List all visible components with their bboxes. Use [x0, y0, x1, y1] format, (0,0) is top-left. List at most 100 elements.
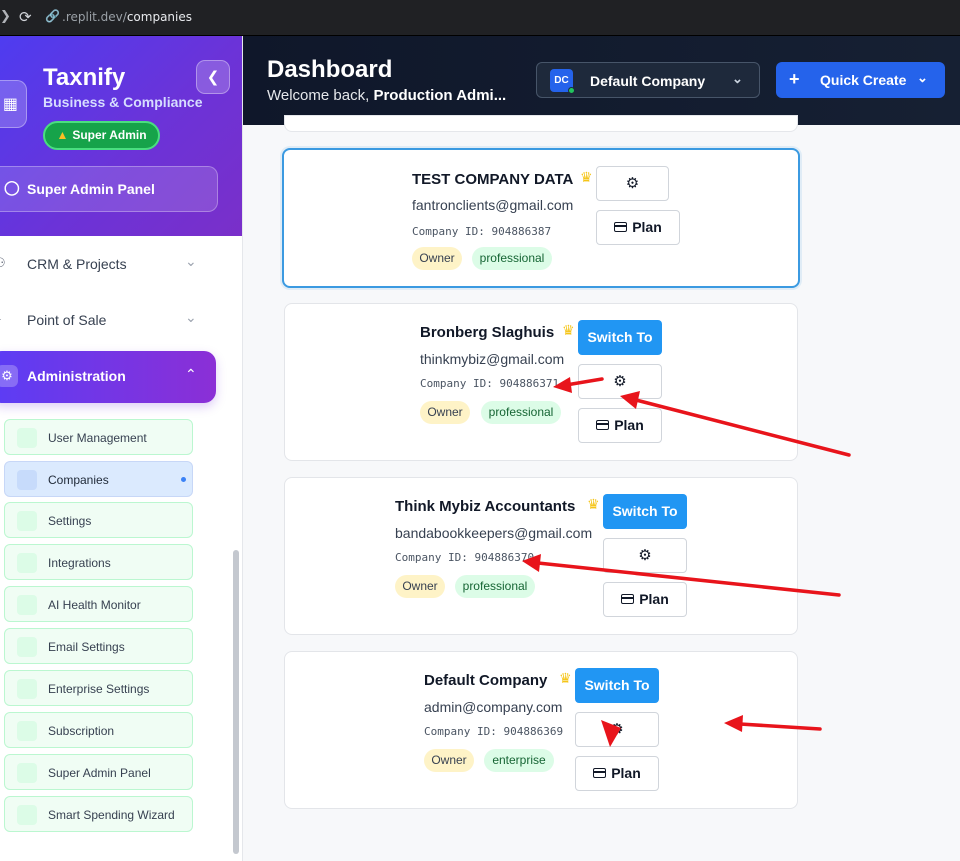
crown-icon: ♛ — [580, 170, 593, 186]
plan-badge: professional — [455, 575, 535, 598]
role-badge: Owner — [420, 401, 470, 424]
company-card[interactable]: Default Company ♛ admin@company.com Comp… — [284, 651, 798, 809]
company-email: bandabookkeepers@gmail.com — [395, 525, 593, 541]
plus-icon: + — [789, 69, 800, 89]
plan-button[interactable]: Plan — [596, 210, 680, 245]
sub-item-settings[interactable]: Settings — [4, 502, 193, 538]
company-card[interactable]: Bronberg Slaghuis ♛ thinkmybiz@gmail.com… — [284, 303, 798, 461]
sub-item-user-management[interactable]: User Management — [4, 419, 193, 455]
app-logo: ▦ — [0, 80, 27, 128]
item-icon — [17, 679, 37, 699]
sub-item-companies[interactable]: Companies — [4, 461, 193, 497]
credit-card-icon — [621, 594, 635, 604]
users-icon: ⚇ — [0, 255, 14, 275]
crown-icon: ♛ — [559, 671, 572, 687]
main-content: TEST COMPANY DATA ♛ fantronclients@gmail… — [243, 115, 960, 861]
company-email: admin@company.com — [424, 699, 563, 715]
address-bar[interactable]: .replit.dev/companies — [62, 10, 192, 24]
page-title: Dashboard — [267, 56, 393, 83]
plan-button[interactable]: Plan — [575, 756, 659, 791]
reload-icon[interactable]: ⟳ — [19, 8, 32, 26]
switch-to-button[interactable]: Switch To — [603, 494, 687, 529]
role-badge: Owner — [395, 575, 445, 598]
sidebar-header: ▦ Taxnify Business & Compliance ❮ ▲ Super… — [0, 36, 242, 236]
item-icon — [17, 470, 37, 490]
sub-item-ai-health-monitor[interactable]: AI Health Monitor — [4, 586, 193, 622]
gear-icon: ⚙ — [0, 365, 18, 387]
gear-icon: ⚙ — [610, 721, 624, 738]
role-badge-label: Super Admin — [72, 128, 147, 142]
plan-button[interactable]: Plan — [603, 582, 687, 617]
company-selector[interactable]: DC Default Company ⌄ — [536, 62, 760, 98]
gear-icon: ⚙ — [613, 373, 627, 390]
plan-badge: professional — [481, 401, 561, 424]
sub-item-super-admin-panel[interactable]: Super Admin Panel — [4, 754, 193, 790]
flame-icon: ▲ — [56, 128, 69, 142]
sub-item-integrations[interactable]: Integrations — [4, 544, 193, 580]
nav-label: Administration — [27, 368, 126, 384]
super-admin-panel-button[interactable]: ◯ Super Admin Panel — [0, 166, 218, 212]
item-icon — [17, 637, 37, 657]
sidebar-scrollbar[interactable] — [233, 550, 239, 854]
switch-to-button[interactable]: Switch To — [575, 668, 659, 703]
online-indicator — [568, 87, 575, 94]
forward-icon[interactable]: ❯ — [0, 9, 11, 24]
shield-icon: ◯ — [4, 179, 20, 195]
item-icon — [17, 428, 37, 448]
crown-icon: ♛ — [587, 497, 600, 513]
chevron-down-icon: ⌄ — [185, 253, 197, 269]
sub-item-enterprise-settings[interactable]: Enterprise Settings — [4, 670, 193, 706]
gear-icon: ⚙ — [625, 175, 640, 192]
sub-item-subscription[interactable]: Subscription — [4, 712, 193, 748]
company-id: Company ID: 904886387 — [412, 225, 552, 238]
browser-toolbar: ❯ ⟳ 🔗 .replit.dev/companies — [0, 0, 960, 36]
company-settings-button[interactable]: ⚙ — [578, 364, 662, 399]
user-name: Production Admi... — [373, 87, 507, 104]
company-name: Bronberg Slaghuis — [420, 324, 555, 341]
active-indicator — [181, 477, 186, 482]
plan-button-label: Plan — [611, 765, 641, 781]
company-card-partial — [284, 115, 798, 132]
credit-card-icon — [596, 420, 610, 430]
collapse-sidebar-button[interactable]: ❮ — [196, 60, 230, 94]
nav-administration[interactable]: ⚙ Administration ⌃ — [0, 351, 216, 403]
sub-item-label: Settings — [48, 514, 92, 528]
company-email: thinkmybiz@gmail.com — [420, 351, 565, 367]
company-name: Think Mybiz Accountants — [395, 498, 576, 515]
sub-item-label: Email Settings — [48, 640, 125, 654]
company-email: fantronclients@gmail.com — [412, 197, 574, 213]
sub-item-email-settings[interactable]: Email Settings — [4, 628, 193, 664]
sub-item-label: Smart Spending Wizard — [48, 808, 175, 822]
sub-item-label: Enterprise Settings — [48, 682, 150, 696]
plan-button[interactable]: Plan — [578, 408, 662, 443]
company-id: Company ID: 904886370 — [395, 551, 535, 564]
plan-button-label: Plan — [632, 219, 662, 235]
company-settings-button[interactable]: ⚙ — [603, 538, 687, 573]
sub-item-label: Integrations — [48, 556, 111, 570]
role-badge: Owner — [424, 749, 474, 772]
item-icon — [17, 805, 37, 825]
crown-icon: ♛ — [562, 323, 575, 339]
quick-create-button[interactable]: + Quick Create ⌄ — [776, 62, 945, 98]
item-icon — [17, 553, 37, 573]
role-badge: ▲ Super Admin — [43, 121, 160, 150]
quick-create-label: Quick Create — [820, 72, 907, 88]
company-card[interactable]: TEST COMPANY DATA ♛ fantronclients@gmail… — [282, 148, 800, 288]
company-selector-label: Default Company — [590, 73, 706, 89]
chevron-down-icon: ⌄ — [185, 309, 197, 325]
plan-button-label: Plan — [614, 417, 644, 433]
nav-crm-projects[interactable]: ⚇ CRM & Projects ⌄ — [0, 243, 220, 287]
switch-to-button[interactable]: Switch To — [578, 320, 662, 355]
company-settings-button[interactable]: ⚙ — [575, 712, 659, 747]
super-admin-panel-label: Super Admin Panel — [27, 181, 155, 197]
credit-card-icon — [593, 768, 607, 778]
nav-point-of-sale[interactable]: ⎯ Point of Sale ⌄ — [0, 299, 220, 343]
sub-item-smart-spending-wizard[interactable]: Smart Spending Wizard — [4, 796, 193, 832]
gear-icon: ⚙ — [638, 547, 652, 564]
sub-item-label: User Management — [48, 431, 147, 445]
company-id: Company ID: 904886371 — [420, 377, 560, 390]
top-header: Dashboard Welcome back, Production Admi.… — [243, 36, 960, 125]
company-card[interactable]: Think Mybiz Accountants ♛ bandabookkeepe… — [284, 477, 798, 635]
company-settings-button[interactable]: ⚙ — [596, 166, 669, 201]
sub-item-label: Companies — [48, 473, 109, 487]
